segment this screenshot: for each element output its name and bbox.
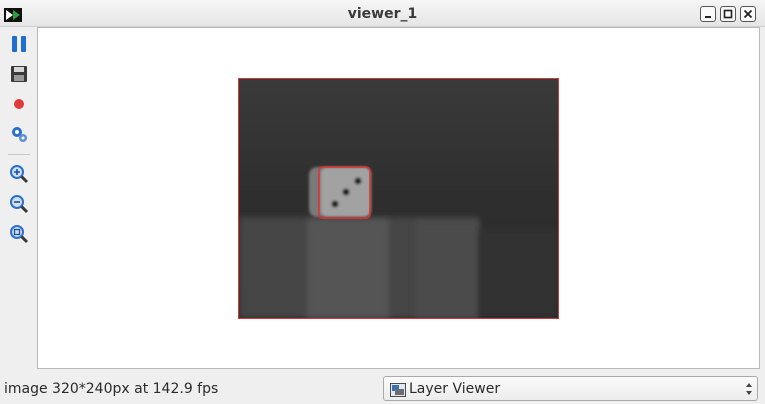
minimize-icon <box>705 16 711 18</box>
maximize-button[interactable] <box>720 6 736 22</box>
settings-button[interactable] <box>9 124 29 144</box>
zoom-fit-icon <box>10 225 29 244</box>
toolbar-separator <box>8 154 30 155</box>
save-button[interactable] <box>9 64 29 84</box>
pause-button[interactable] <box>9 34 29 54</box>
close-icon <box>743 9 753 19</box>
record-icon <box>14 99 24 109</box>
camera-image <box>239 79 558 318</box>
layer-select-value: Layer Viewer <box>409 381 501 397</box>
record-button[interactable] <box>9 94 29 114</box>
minimize-button[interactable] <box>700 6 716 22</box>
zoom-in-button[interactable] <box>9 164 29 184</box>
status-text: image 320*240px at 142.9 fps <box>4 381 219 397</box>
layer-select[interactable]: Layer Viewer <box>383 376 758 401</box>
left-toolbar <box>0 27 37 369</box>
maximize-icon <box>723 9 733 19</box>
zoom-out-icon <box>10 195 29 214</box>
window-title: viewer_1 <box>347 6 418 22</box>
title-bar: viewer_1 <box>0 0 765 27</box>
zoom-out-button[interactable] <box>9 194 29 214</box>
select-arrows-icon <box>745 381 753 397</box>
close-button[interactable] <box>740 6 756 22</box>
pause-icon <box>12 36 26 52</box>
floppy-disk-icon <box>11 66 27 82</box>
zoom-in-icon <box>10 165 29 184</box>
layer-viewer-icon <box>390 382 406 397</box>
zoom-fit-button[interactable] <box>9 224 29 244</box>
camera-frame[interactable] <box>238 78 559 319</box>
gears-icon <box>12 127 27 142</box>
viewer-canvas[interactable] <box>37 27 760 369</box>
status-bar: image 320*240px at 142.9 fps Layer Viewe… <box>0 369 765 404</box>
